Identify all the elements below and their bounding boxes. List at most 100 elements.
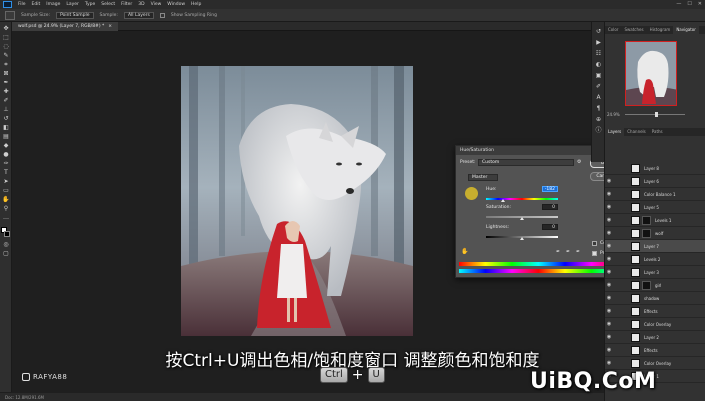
more-tools-icon[interactable]: …: [2, 215, 10, 221]
targeted-adjustment-hand-icon[interactable]: ✋: [461, 248, 468, 255]
preset-select[interactable]: Custom: [478, 159, 574, 166]
actions-panel-icon[interactable]: ▶: [595, 39, 602, 46]
lightness-slider-thumb[interactable]: [520, 237, 524, 240]
brush-settings-panel-icon[interactable]: ✐: [595, 83, 602, 90]
layer-row[interactable]: ◉ shadow: [605, 292, 705, 305]
tab-navigator[interactable]: Navigator: [673, 26, 699, 34]
eyedropper-sample-icon[interactable]: ✒: [556, 249, 560, 255]
layer-visibility-eye-icon[interactable]: ◉: [605, 334, 613, 340]
layer-visibility-eye-icon[interactable]: ◉: [605, 308, 613, 314]
zoom-value[interactable]: 24.9%: [607, 112, 620, 117]
clone-stamp-icon[interactable]: ⊥: [2, 107, 10, 113]
preview-checkbox[interactable]: [592, 251, 597, 256]
layer-visibility-eye-icon[interactable]: ◉: [605, 282, 613, 288]
layer-row[interactable]: ◉ Layer 5: [605, 201, 705, 214]
navigator-preview[interactable]: [625, 41, 677, 106]
character-panel-icon[interactable]: A: [595, 94, 602, 101]
saturation-value-field[interactable]: 0: [542, 204, 558, 210]
show-ring-checkbox[interactable]: [159, 12, 165, 18]
tab-color[interactable]: Color: [605, 26, 621, 34]
layer-visibility-eye-icon[interactable]: ◉: [605, 217, 613, 223]
hue-slider-track[interactable]: [486, 198, 558, 200]
layer-visibility-eye-icon[interactable]: ◉: [605, 321, 613, 327]
maximize-icon[interactable]: ☐: [687, 1, 691, 7]
brush-tool-icon[interactable]: ✐: [2, 98, 10, 104]
eraser-tool-icon[interactable]: ◧: [2, 125, 10, 131]
pen-tool-icon[interactable]: ✑: [2, 161, 10, 167]
zoom-tool-icon[interactable]: ⚲: [2, 206, 10, 212]
quick-select-tool-icon[interactable]: ✎: [2, 53, 10, 59]
menu-edit[interactable]: Edit: [32, 2, 41, 7]
tab-layers[interactable]: Layers: [605, 128, 625, 136]
document-tab-close-icon[interactable]: ×: [108, 24, 112, 29]
layer-mask-thumbnail[interactable]: [642, 215, 651, 225]
saturation-slider-thumb[interactable]: [520, 217, 524, 220]
layer-row[interactable]: ◉ Layer 7: [605, 240, 705, 253]
eyedropper-subtract-icon[interactable]: ✒: [576, 249, 580, 255]
shape-tool-icon[interactable]: ▭: [2, 188, 10, 194]
layer-visibility-eye-icon[interactable]: ◉: [605, 256, 613, 262]
layer-visibility-eye-icon[interactable]: ◉: [605, 191, 613, 197]
document-tab[interactable]: wolf.psd @ 24.9% (Layer 7, RGB/8#) * ×: [12, 22, 119, 31]
layer-mask-thumbnail[interactable]: [642, 280, 651, 290]
lightness-value-field[interactable]: 0: [542, 224, 558, 230]
menu-type[interactable]: Type: [85, 2, 95, 7]
blur-tool-icon[interactable]: ◆: [2, 143, 10, 149]
layer-row[interactable]: Layer 8: [605, 162, 705, 175]
menu-window[interactable]: Window: [167, 2, 185, 7]
eyedropper-tool-icon[interactable]: [5, 10, 15, 20]
menu-select[interactable]: Select: [101, 2, 115, 7]
layer-visibility-eye-icon[interactable]: ◉: [605, 295, 613, 301]
menu-image[interactable]: Image: [46, 2, 60, 7]
tab-swatches[interactable]: Swatches: [621, 26, 646, 34]
healing-brush-icon[interactable]: ✚: [2, 89, 10, 95]
close-icon[interactable]: ✕: [698, 1, 702, 7]
lasso-tool-icon[interactable]: ◌: [2, 44, 10, 50]
history-brush-icon[interactable]: ↺: [2, 116, 10, 122]
layer-row[interactable]: ◉ Layer 6: [605, 175, 705, 188]
layer-row[interactable]: ◉ Effects: [605, 305, 705, 318]
tab-paths[interactable]: Paths: [649, 128, 666, 136]
libraries-panel-icon[interactable]: ▣: [595, 72, 602, 79]
layer-mask-thumbnail[interactable]: [642, 228, 651, 238]
menu-view[interactable]: View: [151, 2, 162, 7]
hue-value-field[interactable]: -182: [542, 186, 558, 192]
type-tool-icon[interactable]: T: [2, 170, 10, 176]
layer-row[interactable]: ◉ Levels 1: [605, 214, 705, 227]
layer-visibility-eye-icon[interactable]: ◉: [605, 178, 613, 184]
background-color-swatch[interactable]: [4, 231, 10, 237]
layer-row[interactable]: ◉ Color Balance 1: [605, 188, 705, 201]
eyedropper-add-icon[interactable]: ✒: [566, 249, 570, 255]
history-panel-icon[interactable]: ↺: [595, 28, 602, 35]
layer-row[interactable]: ◉ Levels 2: [605, 253, 705, 266]
glyphs-panel-icon[interactable]: ⊕: [595, 116, 602, 123]
tab-channels[interactable]: Channels: [624, 128, 649, 136]
dodge-tool-icon[interactable]: ●: [2, 152, 10, 158]
gradient-tool-icon[interactable]: ▤: [2, 134, 10, 140]
sample-size-select[interactable]: Point Sample: [56, 11, 94, 19]
channel-select[interactable]: Master: [468, 174, 498, 181]
quick-mask-icon[interactable]: ◎: [2, 242, 10, 248]
layer-row[interactable]: ◉ Layer 2: [605, 331, 705, 344]
canvas-artwork-wolf-and-girl[interactable]: [181, 66, 413, 336]
marquee-tool-icon[interactable]: ⬚: [2, 35, 10, 41]
menu-file[interactable]: File: [18, 2, 26, 7]
menu-3d[interactable]: 3D: [138, 2, 144, 7]
adjustments-panel-icon[interactable]: ◐: [595, 61, 602, 68]
zoom-slider-thumb[interactable]: [655, 112, 658, 117]
info-panel-icon[interactable]: ⓘ: [595, 127, 602, 134]
preset-options-gear-icon[interactable]: ⚙: [577, 159, 581, 165]
sample-select[interactable]: All Layers: [123, 11, 154, 19]
layer-visibility-eye-icon[interactable]: ◉: [605, 243, 613, 249]
eyedropper-icon[interactable]: ✒: [2, 80, 10, 86]
properties-panel-icon[interactable]: ☷: [595, 50, 602, 57]
layer-visibility-eye-icon[interactable]: ◉: [605, 230, 613, 236]
layer-row[interactable]: ◉ girl: [605, 279, 705, 292]
screen-mode-icon[interactable]: ▢: [2, 251, 10, 257]
frame-tool-icon[interactable]: ⊠: [2, 71, 10, 77]
menu-layer[interactable]: Layer: [66, 2, 79, 7]
layer-row[interactable]: ◉ Color Overlay: [605, 318, 705, 331]
colorize-checkbox[interactable]: [592, 241, 597, 246]
tab-histogram[interactable]: Histogram: [647, 26, 674, 34]
path-select-icon[interactable]: ➤: [2, 179, 10, 185]
